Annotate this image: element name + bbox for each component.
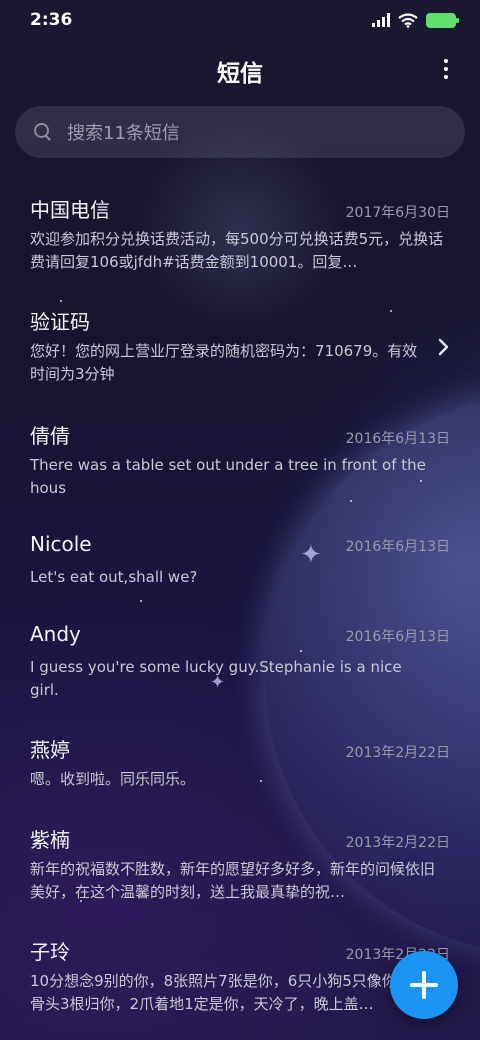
signal-icon — [372, 13, 390, 27]
search-icon — [33, 122, 53, 142]
message-sender: 子玲 — [30, 940, 70, 964]
message-preview: 嗯。收到啦。同乐同乐。 — [30, 770, 196, 788]
message-preview: 新年的祝福数不胜数，新年的愿望好多好多，新年的问候依旧美好，在这个温馨的时刻，送… — [30, 860, 436, 901]
message-sender: 紫楠 — [30, 828, 70, 852]
message-sender: 倩倩 — [30, 424, 70, 448]
message-preview: Let's eat out,shall we? — [30, 568, 198, 586]
message-date: 2013年2月22日 — [345, 835, 450, 851]
message-item[interactable]: 倩倩 2016年6月13日 There was a table set out … — [0, 408, 480, 520]
plus-icon — [410, 971, 438, 999]
more-vertical-icon[interactable] — [438, 54, 454, 84]
message-item[interactable]: 紫楠 2013年2月22日 新年的祝福数不胜数，新年的愿望好多好多，新年的问候依… — [0, 812, 480, 924]
search-input[interactable]: 搜索11条短信 — [15, 106, 465, 158]
message-sender: Nicole — [30, 532, 92, 556]
chevron-right-icon[interactable] — [438, 338, 450, 356]
message-preview: I guess you're some lucky guy.Stephanie … — [30, 658, 402, 699]
message-list: 中国电信 2017年6月30日 欢迎参加积分兑换话费活动，每500分可兑换话费5… — [0, 182, 480, 1036]
search-placeholder: 搜索11条短信 — [67, 123, 180, 144]
message-item[interactable]: 中国电信 2017年6月30日 欢迎参加积分兑换话费活动，每500分可兑换话费5… — [0, 182, 480, 294]
message-sender: 燕婷 — [30, 738, 70, 762]
message-sender: 中国电信 — [30, 198, 110, 222]
message-preview: 10分想念9别的你，8张照片7张是你，6只小狗5只像你，4根骨头3根归你，2爪着… — [30, 972, 437, 1013]
message-item[interactable]: Andy 2016年6月13日 I guess you're some luck… — [0, 610, 480, 722]
message-date: 2016年6月13日 — [345, 539, 450, 555]
new-message-button[interactable] — [390, 951, 458, 1019]
wifi-icon — [398, 12, 418, 28]
message-date: 2017年6月30日 — [345, 205, 450, 221]
message-date: 2016年6月13日 — [345, 629, 450, 645]
status-bar: 2:36 — [0, 0, 480, 40]
message-preview: 您好！您的网上营业厅登录的随机密码为：710679。有效时间为3分钟 — [30, 342, 418, 383]
status-icons — [372, 12, 459, 28]
message-date: 2013年2月22日 — [345, 745, 450, 761]
battery-charging-icon — [426, 12, 459, 28]
message-item[interactable]: 燕婷 2013年2月22日 嗯。收到啦。同乐同乐。 — [0, 722, 480, 812]
app-bar: 短信 — [0, 44, 480, 96]
message-preview: There was a table set out under a tree i… — [30, 456, 426, 497]
message-sender: 验证码 — [30, 310, 90, 334]
message-item[interactable]: Nicole 2016年6月13日 Let's eat out,shall we… — [0, 520, 480, 610]
message-item[interactable]: 验证码 您好！您的网上营业厅登录的随机密码为：710679。有效时间为3分钟 — [0, 294, 480, 408]
message-sender: Andy — [30, 622, 81, 646]
status-time: 2:36 — [30, 10, 73, 30]
page-title: 短信 — [217, 61, 263, 87]
message-preview: 欢迎参加积分兑换话费活动，每500分可兑换话费5元，兑换话费请回复106或jfd… — [30, 230, 444, 271]
message-date: 2016年6月13日 — [345, 431, 450, 447]
